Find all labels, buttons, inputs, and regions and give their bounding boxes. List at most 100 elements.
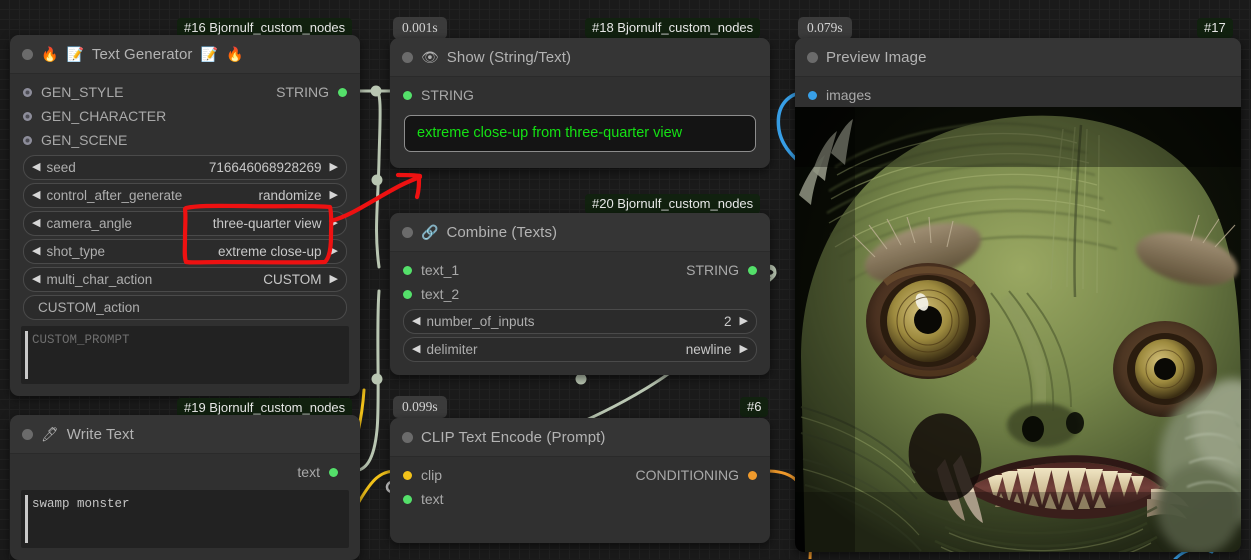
widget-label-custom-action: CUSTOM_action [38,300,140,315]
node-header-combine-texts[interactable]: 🔗 Combine (Texts) [390,213,770,252]
chevron-left-icon[interactable]: ◀ [32,162,40,173]
output-dot-icon[interactable] [748,266,757,275]
collapse-toggle-icon[interactable] [402,227,413,238]
widget-value-multi-char-action[interactable]: CUSTOM [263,272,323,287]
input-slot-text-2[interactable]: text_2 [390,282,770,306]
input-dot-icon[interactable] [808,91,817,100]
input-label-clip: clip [421,467,442,483]
node-id-badge-show-string: #18 Bjornulf_custom_nodes [585,18,760,38]
chevron-right-icon[interactable]: ▶ [330,246,338,257]
node-body-show-string: STRING extreme close-up from three-quart… [390,77,770,168]
memo-icon-trailing: 📝 [201,47,218,61]
widget-value-number-of-inputs[interactable]: 2 [724,314,734,329]
chevron-right-icon[interactable]: ▶ [330,274,338,285]
widget-value-camera-angle[interactable]: three-quarter view [213,216,324,231]
collapse-toggle-icon[interactable] [22,429,33,440]
input-dot-icon[interactable] [403,266,412,275]
display-text-output: extreme close-up from three-quarter view [404,115,756,152]
node-write-text[interactable]: 🖊 Write Text text swamp monster [10,415,360,560]
collapse-toggle-icon[interactable] [402,52,413,63]
input-slot-text-1[interactable]: text_1 STRING [390,258,770,282]
output-dot-icon[interactable] [329,468,338,477]
textarea-custom-prompt[interactable]: CUSTOM_PROMPT [21,326,349,384]
collapse-toggle-icon[interactable] [807,52,818,63]
output-slot-string[interactable]: STRING [686,262,757,278]
chevron-left-icon[interactable]: ◀ [412,316,420,327]
node-clip-text-encode[interactable]: CLIP Text Encode (Prompt) clip CONDITION… [390,418,770,543]
input-dot-icon[interactable] [403,290,412,299]
node-combine-texts[interactable]: 🔗 Combine (Texts) text_1 STRING text_2 ◀… [390,213,770,375]
node-body-text-generator: GEN_STYLE STRING GEN_CHARACTER GEN_SCENE… [10,74,360,396]
output-slot-string[interactable]: STRING [276,84,347,100]
textarea-write-text[interactable]: swamp monster [21,490,349,548]
input-label-string: STRING [421,87,474,103]
chevron-left-icon[interactable]: ◀ [32,274,40,285]
node-body-combine-texts: text_1 STRING text_2 ◀ number_of_inputs … [390,252,770,375]
widget-label-delimiter: delimiter [426,342,477,357]
collapse-toggle-icon[interactable] [402,432,413,443]
node-id-badge-combine-texts: #20 Bjornulf_custom_nodes [585,194,760,214]
output-slot-text-inner[interactable]: text [297,464,347,480]
widget-label-number-of-inputs: number_of_inputs [426,314,534,329]
node-preview-image[interactable]: Preview Image images [795,38,1241,552]
input-label-gen-character: GEN_CHARACTER [41,108,166,124]
input-dot-icon[interactable] [23,88,32,97]
input-dot-icon[interactable] [403,471,412,480]
widget-camera-angle[interactable]: ◀ camera_angle three-quarter view ▶ [23,211,347,236]
node-header-preview-image[interactable]: Preview Image [795,38,1241,77]
memo-icon: 📝 [66,47,83,61]
input-dot-icon[interactable] [23,112,32,121]
output-label-text: text [297,464,320,480]
input-slot-clip[interactable]: clip CONDITIONING [390,463,770,487]
input-dot-icon[interactable] [403,91,412,100]
widget-value-control-after-generate[interactable]: randomize [259,188,324,203]
link-chain-icon: 🔗 [421,225,438,239]
input-slot-text[interactable]: text [390,487,770,511]
input-slot-gen-scene[interactable]: GEN_SCENE [10,128,360,152]
preview-image-canvas[interactable] [795,107,1241,552]
output-slot-conditioning[interactable]: CONDITIONING [636,467,757,483]
input-slot-images[interactable]: images [795,83,1241,107]
node-header-clip-text-encode[interactable]: CLIP Text Encode (Prompt) [390,418,770,457]
eye-icon: 👁 [421,50,439,64]
widget-label-camera-angle: camera_angle [46,216,132,231]
node-text-generator[interactable]: 🔥 📝 Text Generator 📝 🔥 GEN_STYLE STRING … [10,35,360,396]
node-header-text-generator[interactable]: 🔥 📝 Text Generator 📝 🔥 [10,35,360,74]
chevron-left-icon[interactable]: ◀ [32,246,40,257]
collapse-toggle-icon[interactable] [22,49,33,60]
chevron-right-icon[interactable]: ▶ [740,316,748,327]
input-slot-gen-style[interactable]: GEN_STYLE STRING [10,80,360,104]
input-dot-icon[interactable] [23,136,32,145]
input-label-gen-style: GEN_STYLE [41,84,123,100]
chevron-right-icon[interactable]: ▶ [330,218,338,229]
widget-label-multi-char-action: multi_char_action [46,272,152,287]
widget-number-of-inputs[interactable]: ◀ number_of_inputs 2 ▶ [403,309,757,334]
chevron-right-icon[interactable]: ▶ [740,344,748,355]
widget-value-seed[interactable]: 716646068928269 [209,160,324,175]
output-slot-text[interactable]: text [10,460,360,484]
node-title-show-string: Show (String/Text) [447,49,571,66]
widget-value-shot-type[interactable]: extreme close-up [218,244,324,259]
widget-custom-action[interactable]: CUSTOM_action [23,295,347,320]
node-header-show-string[interactable]: 👁 Show (String/Text) [390,38,770,77]
chevron-right-icon[interactable]: ▶ [330,190,338,201]
widget-control-after-generate[interactable]: ◀ control_after_generate randomize ▶ [23,183,347,208]
node-show-string[interactable]: 👁 Show (String/Text) STRING extreme clos… [390,38,770,168]
input-label-images: images [826,87,871,103]
input-dot-icon[interactable] [403,495,412,504]
output-dot-icon[interactable] [748,471,757,480]
chevron-left-icon[interactable]: ◀ [412,344,420,355]
widget-multi-char-action[interactable]: ◀ multi_char_action CUSTOM ▶ [23,267,347,292]
node-title-text-generator: Text Generator [92,46,193,63]
output-dot-icon[interactable] [338,88,347,97]
widget-value-delimiter[interactable]: newline [686,342,734,357]
chevron-right-icon[interactable]: ▶ [330,162,338,173]
chevron-left-icon[interactable]: ◀ [32,218,40,229]
chevron-left-icon[interactable]: ◀ [32,190,40,201]
node-header-write-text[interactable]: 🖊 Write Text [10,415,360,454]
widget-seed[interactable]: ◀ seed 716646068928269 ▶ [23,155,347,180]
input-slot-string[interactable]: STRING [390,83,770,107]
widget-delimiter[interactable]: ◀ delimiter newline ▶ [403,337,757,362]
widget-shot-type[interactable]: ◀ shot_type extreme close-up ▶ [23,239,347,264]
input-slot-gen-character[interactable]: GEN_CHARACTER [10,104,360,128]
